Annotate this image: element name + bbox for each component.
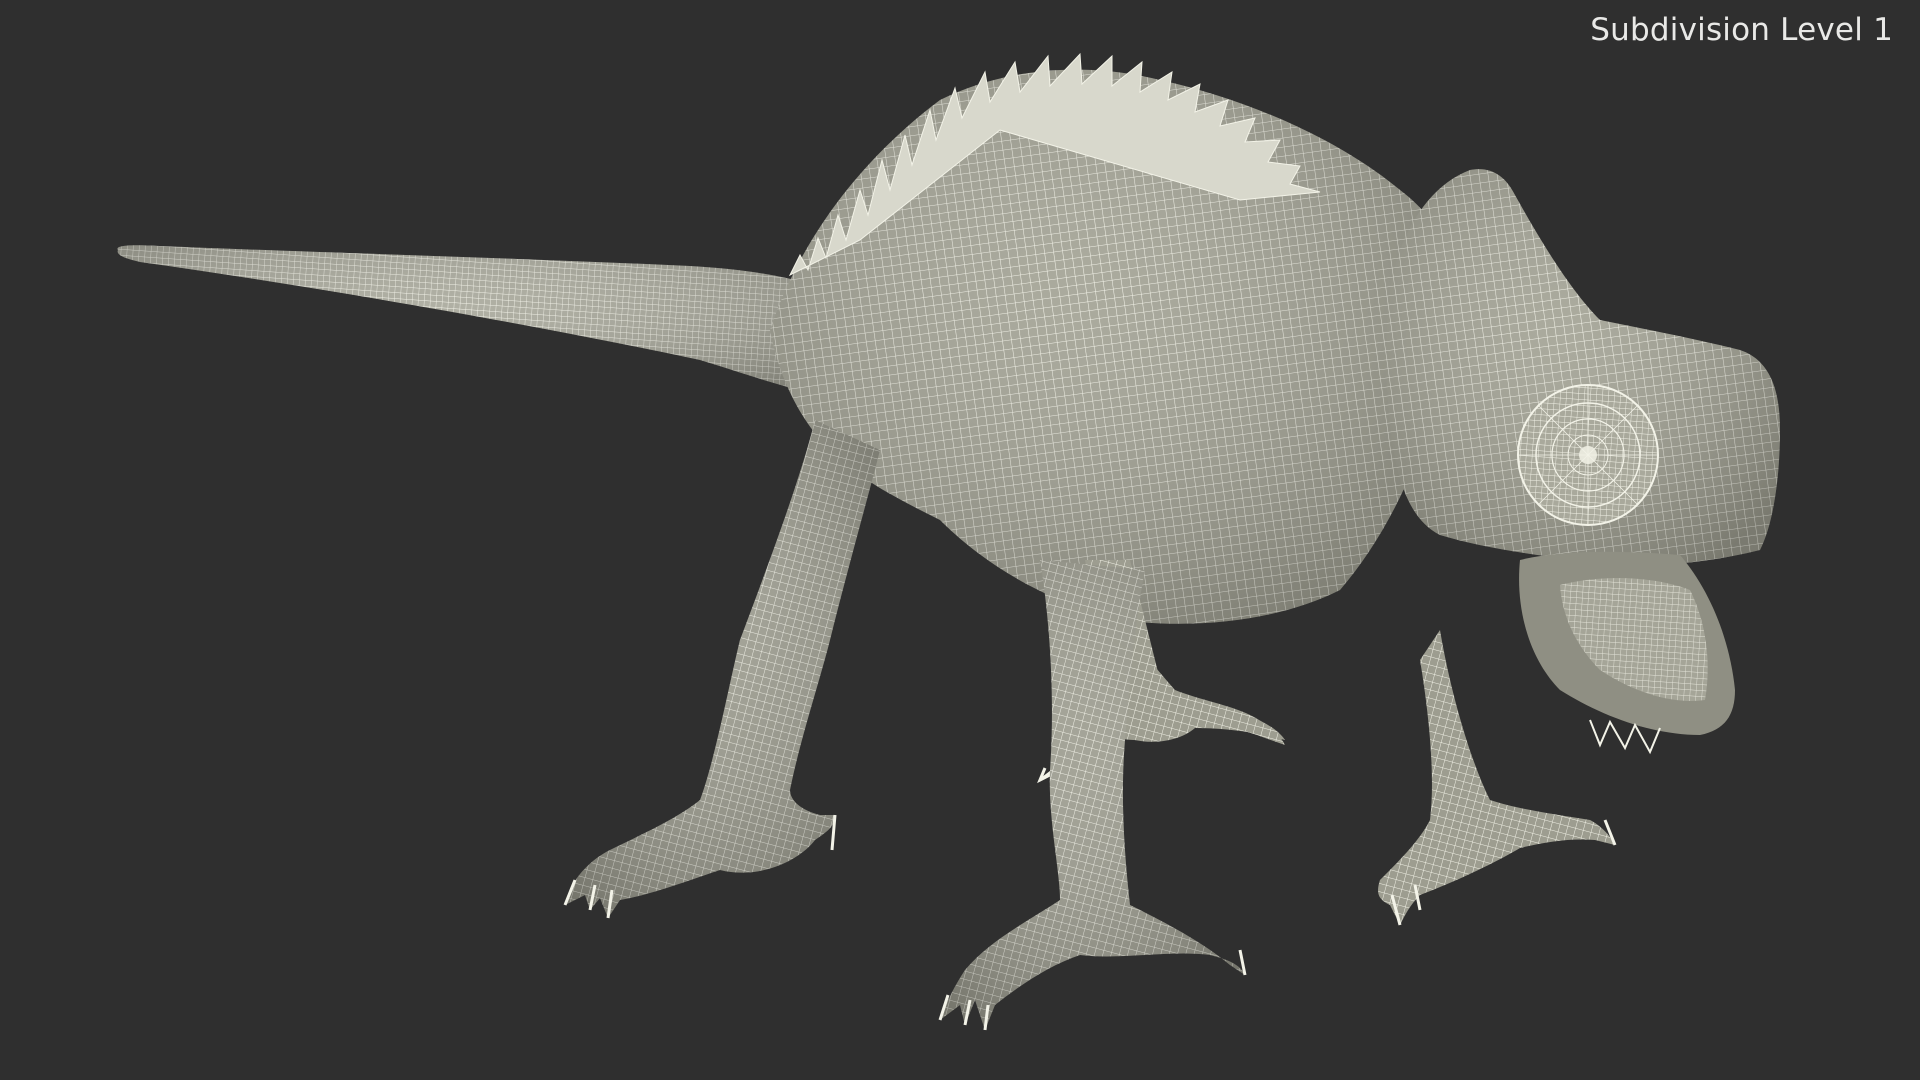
hind-left-leg: [563, 420, 880, 919]
3d-viewport[interactable]: Subdivision Level 1: [0, 0, 1920, 1080]
eye: [1517, 384, 1659, 526]
front-right-leg: [938, 560, 1247, 1031]
subdivision-level-label: Subdivision Level 1: [1590, 12, 1893, 48]
tail: [117, 245, 851, 400]
chameleon-wireframe-render: [117, 52, 1780, 1031]
open-mouth: [1519, 551, 1735, 755]
